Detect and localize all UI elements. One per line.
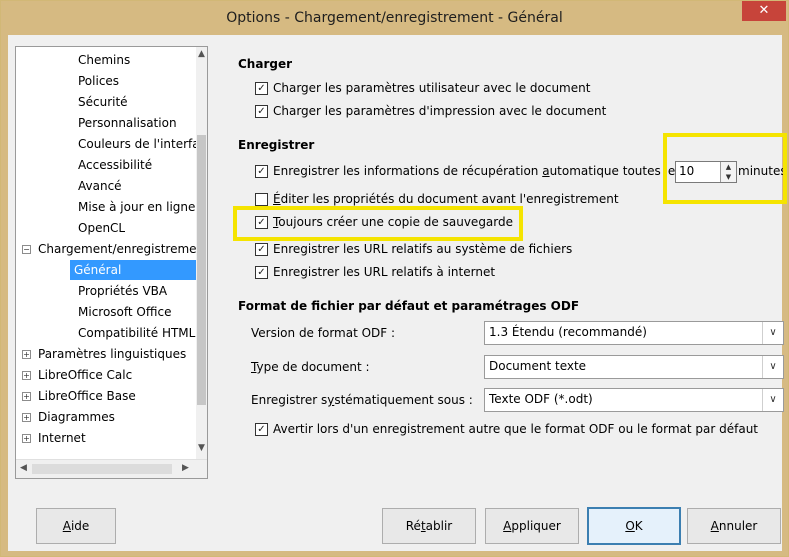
tree-item-label: Propriétés VBA (78, 284, 168, 298)
odf-version-label: Version de format ODF : (251, 326, 396, 340)
cancel-button[interactable]: Annuler (687, 508, 781, 544)
section-charger-title: Charger (238, 57, 293, 71)
tree-item[interactable]: + Paramètres linguistiques (16, 344, 186, 364)
tree-item[interactable]: Polices (74, 71, 123, 91)
tree-vertical-scrollbar[interactable]: ▲ ▼ (196, 47, 207, 459)
tree-item[interactable]: OpenCL (74, 218, 129, 238)
tree-item-label: LibreOffice Calc (38, 368, 133, 382)
ok-button[interactable]: OK (587, 507, 681, 545)
section-enregistrer-title: Enregistrer (238, 138, 315, 152)
tree-item-label: Compatibilité HTML (78, 326, 196, 340)
odf-version-select[interactable]: 1.3 Étendu (recommandé) ∨ (484, 321, 784, 345)
options-dialog: Options - Chargement/enregistrement - Gé… (0, 0, 789, 557)
checkmark-icon[interactable]: ✓ (255, 423, 268, 436)
expand-icon[interactable]: + (22, 350, 31, 359)
tree-item[interactable]: Mise à jour en ligne (74, 197, 199, 217)
save-as-label: Enregistrer systématiquement sous : (251, 393, 473, 407)
expand-icon[interactable]: + (22, 434, 31, 443)
doctype-label: Type de document : (251, 360, 370, 374)
tree-item-label: Diagrammes (38, 410, 115, 424)
tree-item[interactable]: + Internet (16, 428, 86, 448)
tree-item[interactable]: + LibreOffice Calc (16, 365, 132, 385)
collapse-icon[interactable]: − (22, 245, 31, 254)
highlight-box-backup (233, 206, 523, 241)
window-title: Options - Chargement/enregistrement - Gé… (226, 10, 563, 26)
title-bar: Options - Chargement/enregistrement - Gé… (1, 1, 788, 35)
tree-item-label: Sécurité (78, 95, 128, 109)
expand-icon[interactable]: + (22, 413, 31, 422)
hscroll-thumb[interactable] (32, 464, 172, 474)
tree-item-label: Polices (78, 74, 120, 88)
tree-item[interactable]: Chemins (74, 50, 134, 70)
tree-item[interactable]: Personnalisation (74, 113, 181, 133)
tree-item-label: Mise à jour en ligne (78, 200, 196, 214)
tree-item-label: Chemins (78, 53, 131, 67)
chevron-down-icon[interactable]: ∨ (762, 322, 783, 344)
tree-item-label: Internet (38, 431, 86, 445)
apply-button[interactable]: Appliquer (485, 508, 579, 544)
tree-item[interactable]: Accessibilité (74, 155, 156, 175)
tree-item[interactable]: Microsoft Office (74, 302, 175, 322)
close-button[interactable]: ✕ (742, 1, 786, 21)
expand-icon[interactable]: + (22, 392, 31, 401)
tree-item[interactable]: Avancé (74, 176, 126, 196)
tree-item[interactable]: + LibreOffice Base (16, 386, 136, 406)
scroll-right-icon[interactable]: ▶ (182, 463, 189, 473)
tree-item-label: Avancé (78, 179, 122, 193)
tree-item-label: Accessibilité (78, 158, 153, 172)
checkmark-icon[interactable]: ✓ (255, 82, 268, 95)
tree-item[interactable]: − Chargement/enregistrement (16, 239, 208, 259)
scroll-down-icon[interactable]: ▼ (198, 443, 205, 453)
dialog-body: Chemins Polices Sécurité Personnalisation Co… (8, 35, 787, 551)
tree-horizontal-scrollbar[interactable]: ◀ ▶ (16, 459, 207, 478)
tree-item-label: Paramètres linguistiques (38, 347, 187, 361)
tree-item[interactable]: Compatibilité HTML (74, 323, 199, 343)
checkbox-empty[interactable] (255, 193, 268, 206)
tree-item-label: Couleurs de l'interface (78, 137, 208, 151)
tree-item-label: Général (74, 263, 122, 277)
save-as-select[interactable]: Texte ODF (*.odt) ∨ (484, 388, 784, 412)
checkmark-icon[interactable]: ✓ (255, 243, 268, 256)
tree-item[interactable]: Général (70, 260, 200, 280)
chevron-down-icon[interactable]: ∨ (762, 356, 783, 378)
help-button[interactable]: Aide (36, 508, 116, 544)
options-tree: Chemins Polices Sécurité Personnalisation Co… (15, 46, 208, 479)
highlight-box-autosave (663, 133, 787, 204)
reset-button[interactable]: Rétablir (382, 508, 476, 544)
scroll-left-icon[interactable]: ◀ (20, 463, 27, 473)
tree-item-label: Chargement/enregistrement (38, 242, 208, 256)
tree-item-label: Microsoft Office (78, 305, 172, 319)
tree-item[interactable]: + Diagrammes (16, 407, 115, 427)
chevron-down-icon[interactable]: ∨ (762, 389, 783, 411)
tree-item[interactable]: Sécurité (74, 92, 132, 112)
tree-item[interactable]: Propriétés VBA (74, 281, 171, 301)
checkmark-icon[interactable]: ✓ (255, 165, 268, 178)
checkmark-icon[interactable]: ✓ (255, 105, 268, 118)
scroll-thumb[interactable] (197, 135, 206, 405)
checkmark-icon[interactable]: ✓ (255, 266, 268, 279)
doctype-select[interactable]: Document texte ∨ (484, 355, 784, 379)
section-format-title: Format de fichier par défaut et paramétr… (238, 299, 580, 313)
expand-icon[interactable]: + (22, 371, 31, 380)
tree-item-label: OpenCL (78, 221, 126, 235)
scroll-up-icon[interactable]: ▲ (198, 49, 205, 59)
tree-item-label: Personnalisation (78, 116, 177, 130)
tree-item[interactable]: Couleurs de l'interface (74, 134, 208, 154)
tree-item-label: LibreOffice Base (38, 389, 136, 403)
